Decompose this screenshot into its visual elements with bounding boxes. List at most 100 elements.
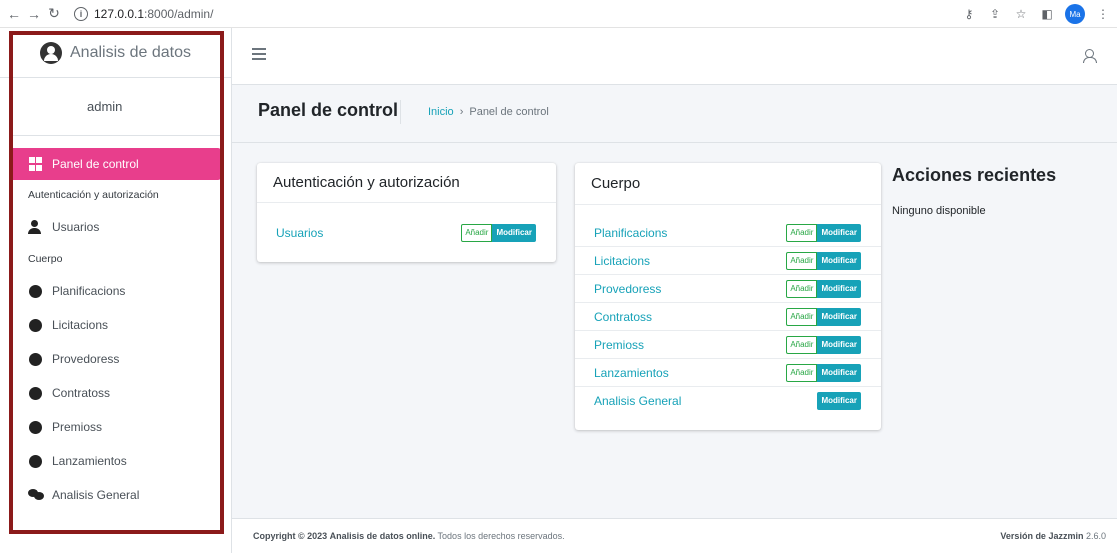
add-button[interactable]: Añadir [786, 223, 818, 242]
recent-actions-title: Acciones recientes [892, 165, 1057, 185]
star-icon[interactable]: ☆ [1013, 6, 1029, 22]
footer: Copyright © 2023 Analisis de datos onlin… [232, 518, 1117, 553]
address-bar[interactable]: i 127.0.0.1:8000/admin/ [74, 4, 213, 24]
model-link-usuarios[interactable]: Usuarios [276, 226, 323, 240]
change-button[interactable]: Modificar [817, 307, 861, 326]
change-button[interactable]: Modificar [817, 392, 861, 410]
model-row: Provedoress Añadir Modificar [575, 275, 881, 303]
change-button[interactable]: Modificar [817, 279, 861, 298]
sidebar-item-label: Analisis General [52, 488, 140, 502]
sidepanel-icon[interactable]: ◧ [1039, 6, 1055, 22]
add-button[interactable]: Añadir [786, 335, 818, 354]
menu-toggle-icon[interactable] [252, 48, 266, 60]
model-link-provedoress[interactable]: Provedoress [594, 282, 661, 296]
key-icon[interactable]: ⚷ [961, 6, 977, 22]
model-row: Licitacions Añadir Modificar [575, 247, 881, 275]
circle-icon [28, 352, 42, 366]
app-card-auth: Autenticación y autorización Usuarios Añ… [257, 163, 556, 262]
sidebar-item-provedoress[interactable]: Provedoress [10, 342, 221, 376]
version-label: Versión de Jazzmin [1000, 531, 1084, 541]
model-row: Planificacions Añadir Modificar [575, 219, 881, 247]
sidebar-item-label: Provedoress [52, 352, 120, 366]
copyright-rights: Todos los derechos reservados. [437, 531, 565, 541]
top-navbar [232, 28, 1117, 85]
kebab-menu-icon[interactable]: ⋮ [1095, 6, 1111, 22]
breadcrumb-home-link[interactable]: Inicio [428, 106, 454, 118]
model-row: Lanzamientos Añadir Modificar [575, 359, 881, 387]
divider [232, 142, 1117, 143]
card-title: Cuerpo [575, 163, 881, 205]
sidebar-item-licitacions[interactable]: Licitacions [10, 308, 221, 342]
change-button[interactable]: Modificar [817, 223, 861, 242]
version-number: 2.6.0 [1085, 531, 1106, 541]
change-button[interactable]: Modificar [817, 335, 861, 354]
sidebar-item-premioss[interactable]: Premioss [10, 410, 221, 444]
user-menu-icon[interactable] [1083, 49, 1097, 63]
model-row: Contratoss Añadir Modificar [575, 303, 881, 331]
copyright: Copyright © 2023 Analisis de datos onlin… [253, 531, 565, 541]
reload-icon[interactable]: ↻ [46, 5, 62, 22]
add-button[interactable]: Añadir [786, 279, 818, 298]
change-button[interactable]: Modificar [492, 224, 536, 242]
add-button[interactable]: Añadir [461, 224, 493, 242]
card-title: Autenticación y autorización [257, 163, 556, 203]
sidebar-item-label: Contratoss [52, 386, 111, 400]
change-button[interactable]: Modificar [817, 363, 861, 382]
app-card-cuerpo: Cuerpo Planificacions Añadir Modificar Li… [575, 163, 881, 430]
recent-actions-empty: Ninguno disponible [892, 205, 986, 217]
add-button[interactable]: Añadir [786, 363, 818, 382]
dashboard-icon [28, 157, 42, 171]
breadcrumb-separator: › [459, 106, 464, 118]
sidebar-nav: Panel de control Autenticación y autoriz… [0, 136, 231, 522]
model-link-planificacions[interactable]: Planificacions [594, 226, 667, 240]
share-icon[interactable]: ⇪ [987, 6, 1003, 22]
forward-arrow-icon[interactable]: → [26, 6, 42, 22]
user-icon [28, 220, 42, 234]
back-arrow-icon[interactable]: ← [6, 6, 22, 22]
model-link-premioss[interactable]: Premioss [594, 338, 644, 352]
sidebar-item-label: Lanzamientos [52, 454, 127, 468]
sidebar-item-panel-de-control[interactable]: Panel de control [10, 148, 221, 180]
sidebar-item-lanzamientos[interactable]: Lanzamientos [10, 444, 221, 478]
model-link-analisis-general[interactable]: Analisis General [594, 394, 681, 408]
sidebar-item-label: Planificacions [52, 284, 126, 298]
change-button[interactable]: Modificar [817, 251, 861, 270]
profile-avatar[interactable]: Ma [1065, 4, 1085, 24]
site-info-icon[interactable]: i [74, 6, 88, 21]
circle-icon [28, 284, 42, 298]
brand-text: Analisis de datos [70, 43, 191, 61]
divider [400, 100, 401, 124]
sidebar-item-label: Licitacions [52, 318, 109, 332]
sidebar-item-contratoss[interactable]: Contratoss [10, 376, 221, 410]
sidebar-section-auth: Autenticación y autorización [28, 189, 159, 201]
model-row: Usuarios Añadir Modificar [257, 219, 556, 247]
page-title: Panel de control [258, 100, 399, 120]
sidebar-item-usuarios[interactable]: Usuarios [10, 210, 221, 244]
user-panel[interactable]: admin [10, 78, 221, 136]
browser-toolbar: ← → ↻ i 127.0.0.1:8000/admin/ ⚷ ⇪ ☆ ◧ Ma… [0, 0, 1117, 28]
breadcrumb-current: Panel de control [469, 106, 549, 118]
model-row: Premioss Añadir Modificar [575, 331, 881, 359]
url-text[interactable]: 127.0.0.1:8000/admin/ [94, 7, 213, 21]
user-circle-icon [40, 41, 62, 64]
circle-icon [28, 386, 42, 400]
copyright-year: Copyright © 2023 [253, 531, 328, 541]
username[interactable]: admin [87, 99, 122, 114]
model-link-licitacions[interactable]: Licitacions [594, 254, 650, 268]
add-button[interactable]: Añadir [786, 307, 818, 326]
circle-icon [28, 454, 42, 468]
model-link-contratoss[interactable]: Contratoss [594, 310, 652, 324]
copyright-site: Analisis de datos online. [329, 531, 436, 541]
brand-link[interactable]: Analisis de datos [0, 28, 231, 78]
breadcrumb: Inicio › Panel de control [428, 106, 549, 118]
sidebar: Analisis de datos admin Panel de control… [0, 28, 232, 553]
add-button[interactable]: Añadir [786, 251, 818, 270]
model-link-lanzamientos[interactable]: Lanzamientos [594, 366, 669, 380]
sidebar-item-planificacions[interactable]: Planificacions [10, 274, 221, 308]
sidebar-item-label: Usuarios [52, 220, 100, 234]
comments-icon [28, 488, 44, 502]
sidebar-item-analisis-general[interactable]: Analisis General [10, 478, 221, 512]
version-info: Versión de Jazzmin 2.6.0 [1000, 531, 1106, 541]
model-row: Analisis General Modificar [575, 387, 881, 415]
sidebar-item-label: Panel de control [52, 157, 139, 171]
